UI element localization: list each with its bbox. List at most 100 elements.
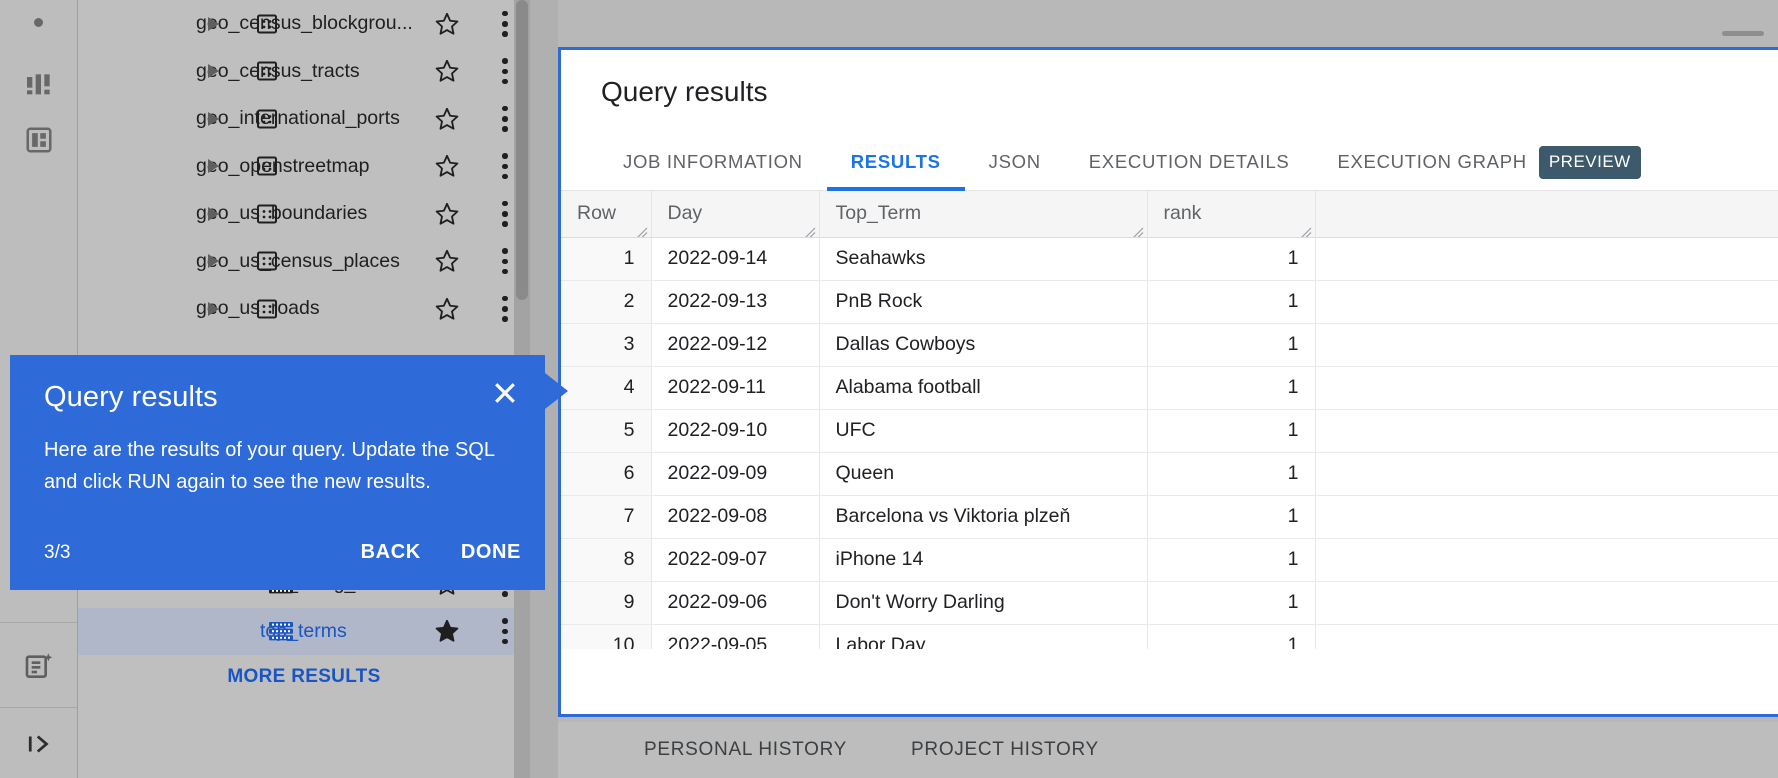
cell-rank: 1 — [1147, 280, 1315, 323]
star-icon[interactable] — [434, 248, 460, 274]
sidebar-item-dataset[interactable]: geo_us_census_places — [78, 238, 530, 286]
table-row[interactable]: 32022-09-12Dallas Cowboys1 — [561, 323, 1778, 366]
cell-day: 2022-09-14 — [651, 237, 819, 280]
table-icon — [254, 248, 280, 274]
cell-day: 2022-09-05 — [651, 624, 819, 649]
overflow-menu-icon[interactable] — [502, 11, 508, 37]
sidebar-item-label: geo_openstreetmap — [196, 155, 369, 178]
cell-day: 2022-09-12 — [651, 323, 819, 366]
results-grid[interactable]: RowDayTop_Termrank 12022-09-14Seahawks12… — [561, 191, 1778, 649]
star-icon[interactable] — [434, 106, 460, 132]
sidebar-item-label: geo_us_census_places — [196, 250, 400, 273]
coachmark-body: Here are the results of your query. Upda… — [44, 434, 511, 499]
table-row[interactable]: 102022-09-05Labor Day1 — [561, 624, 1778, 649]
sidebar-item-dataset[interactable]: geo_census_tracts — [78, 48, 530, 96]
table-row[interactable]: 12022-09-14Seahawks1 — [561, 237, 1778, 280]
cell-top-term: Queen — [819, 452, 1147, 495]
table-row[interactable]: 22022-09-13PnB Rock1 — [561, 280, 1778, 323]
overflow-menu-icon[interactable] — [502, 201, 508, 227]
tab-job-information[interactable]: JOB INFORMATION — [599, 134, 827, 190]
cell-day: 2022-09-08 — [651, 495, 819, 538]
sidebar-scrollbar-thumb[interactable] — [516, 0, 528, 300]
star-icon[interactable] — [434, 296, 460, 322]
column-header-rank[interactable]: rank — [1147, 191, 1315, 237]
tab-execution-details[interactable]: EXECUTION DETAILS — [1065, 134, 1314, 190]
sidebar-item-dataset[interactable]: geo_us_boundaries — [78, 190, 530, 238]
table-row[interactable]: 82022-09-07iPhone 141 — [561, 538, 1778, 581]
dataset-list: geo_census_blockgrou...geo_census_tracts… — [78, 0, 530, 699]
star-icon[interactable] — [434, 11, 460, 37]
cell-top-term: Alabama football — [819, 366, 1147, 409]
cell-filler — [1315, 280, 1778, 323]
table-row[interactable]: 72022-09-08Barcelona vs Viktoria plzeň1 — [561, 495, 1778, 538]
star-icon[interactable] — [434, 201, 460, 227]
expand-caret-icon[interactable] — [208, 254, 219, 268]
overflow-menu-icon[interactable] — [502, 58, 508, 84]
sidebar-item-table[interactable]: top_terms — [78, 608, 530, 656]
cell-top-term: PnB Rock — [819, 280, 1147, 323]
table-row[interactable]: 52022-09-10UFC1 — [561, 409, 1778, 452]
sidebar-item-dataset[interactable]: geo_us_roads — [78, 285, 530, 333]
cell-row-number: 9 — [561, 581, 651, 624]
window-minimize-button[interactable] — [1722, 31, 1764, 36]
expand-panel-icon[interactable] — [0, 710, 78, 778]
expand-caret-icon[interactable] — [208, 159, 219, 173]
expand-caret-icon[interactable] — [208, 17, 219, 31]
overflow-menu-icon[interactable] — [502, 618, 508, 644]
sidebar-item-dataset[interactable]: geo_international_ports — [78, 95, 530, 143]
star-icon[interactable] — [434, 618, 460, 644]
table-row[interactable]: 92022-09-06Don't Worry Darling1 — [561, 581, 1778, 624]
chart-bars-icon[interactable] — [0, 60, 78, 110]
table-icon — [254, 11, 280, 37]
overflow-menu-icon[interactable] — [502, 106, 508, 132]
overflow-menu-icon[interactable] — [502, 296, 508, 322]
expand-caret-icon[interactable] — [208, 302, 219, 316]
dot-indicator-icon — [34, 18, 43, 27]
star-icon[interactable] — [434, 153, 460, 179]
column-header-filler[interactable] — [1315, 191, 1778, 237]
back-button[interactable]: BACK — [361, 541, 421, 564]
history-tab-project-history[interactable]: PROJECT HISTORY — [879, 739, 1131, 761]
overflow-menu-icon[interactable] — [502, 248, 508, 274]
column-resize-handle[interactable] — [636, 222, 648, 234]
sidebar-item-label: geo_international_ports — [196, 107, 400, 130]
query-results-panel: Query results JOB INFORMATIONRESULTSJSON… — [558, 47, 1778, 717]
column-resize-handle[interactable] — [1132, 222, 1144, 234]
table-row[interactable]: 62022-09-09Queen1 — [561, 452, 1778, 495]
history-tab-personal-history[interactable]: PERSONAL HISTORY — [612, 739, 879, 761]
column-header-day[interactable]: Day — [651, 191, 819, 237]
cell-row-number: 2 — [561, 280, 651, 323]
cell-filler — [1315, 323, 1778, 366]
star-icon[interactable] — [434, 58, 460, 84]
column-resize-handle[interactable] — [804, 222, 816, 234]
column-header-row[interactable]: Row — [561, 191, 651, 237]
column-resize-handle[interactable] — [1300, 222, 1312, 234]
tab-results[interactable]: RESULTS — [827, 134, 965, 190]
expand-caret-icon[interactable] — [208, 64, 219, 78]
tab-json[interactable]: JSON — [965, 134, 1065, 190]
note-sparkle-icon[interactable] — [0, 625, 78, 707]
overflow-menu-icon[interactable] — [502, 153, 508, 179]
cell-day: 2022-09-09 — [651, 452, 819, 495]
tab-execution-graph[interactable]: EXECUTION GRAPHPREVIEW — [1313, 134, 1664, 190]
cell-row-number: 5 — [561, 409, 651, 452]
table-header-row: RowDay Top_Term rank — [561, 191, 1778, 237]
close-icon[interactable] — [489, 377, 521, 409]
table-row[interactable]: 42022-09-11Alabama football1 — [561, 366, 1778, 409]
coachmark-actions: BACK DONE — [361, 541, 521, 564]
cell-rank: 1 — [1147, 366, 1315, 409]
preview-badge: PREVIEW — [1539, 146, 1641, 179]
cell-rank: 1 — [1147, 624, 1315, 649]
cell-day: 2022-09-11 — [651, 366, 819, 409]
dashboard-grid-icon[interactable] — [0, 115, 78, 165]
coachmark-tooltip: Query results Here are the results of yo… — [10, 355, 545, 590]
expand-caret-icon[interactable] — [208, 207, 219, 221]
cell-rank: 1 — [1147, 538, 1315, 581]
column-header-label: Top_Term — [836, 202, 922, 224]
expand-caret-icon[interactable] — [208, 112, 219, 126]
sidebar-item-dataset[interactable]: geo_openstreetmap — [78, 143, 530, 191]
column-header-top_term[interactable]: Top_Term — [819, 191, 1147, 237]
sidebar-item-dataset[interactable]: geo_census_blockgrou... — [78, 0, 530, 48]
done-button[interactable]: DONE — [461, 541, 521, 564]
more-results-button[interactable]: MORE RESULTS — [78, 655, 530, 699]
